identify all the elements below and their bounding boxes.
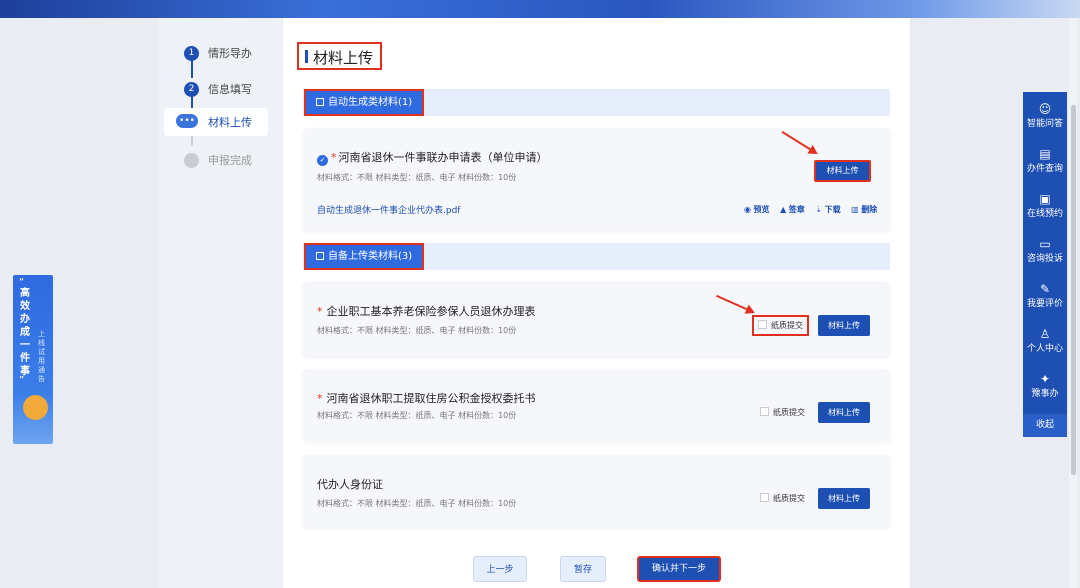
- folder-icon: [316, 98, 324, 106]
- step-label: 情形导办: [208, 47, 252, 60]
- step-4[interactable]: 申报完成: [170, 149, 282, 175]
- rightbar-booking[interactable]: ▣ 在线预约: [1023, 192, 1067, 220]
- app-logo-icon: ✦: [1039, 372, 1051, 386]
- robot-icon: ☺: [1038, 102, 1052, 116]
- step-3[interactable]: ••• 材料上传: [164, 108, 268, 136]
- rightbar-case-query[interactable]: ▤ 办件查询: [1023, 147, 1067, 175]
- title-accent-bar: [305, 50, 308, 63]
- scrollbar-thumb[interactable]: [1071, 105, 1076, 475]
- promo-banner[interactable]: “ 高效办成一件事 上线试用通告 ”: [13, 275, 53, 444]
- quote-close: ”: [19, 375, 25, 386]
- right-service-bar: ☺ 智能问答 ▤ 办件查询 ▣ 在线预约 ▭ 咨询投诉 ✎ 我要评价 ♙ 个人中心 ✦ 豫事办…: [1023, 92, 1067, 437]
- user-icon: ♙: [1039, 327, 1051, 341]
- upload-button[interactable]: 材料上传: [818, 488, 870, 509]
- preview-button[interactable]: ◉ 预览: [744, 205, 770, 214]
- upload-button[interactable]: 材料上传: [818, 315, 870, 336]
- step-1[interactable]: 1 情形导办: [170, 42, 282, 68]
- upload-button[interactable]: 材料上传: [814, 160, 871, 182]
- material-meta: 材料格式：不限 材料类型：纸质、电子 材料份数：10份: [317, 173, 517, 182]
- growth-arrow-icon: [23, 395, 48, 420]
- paper-submit-checkbox[interactable]: 纸质提交: [760, 402, 805, 423]
- file-actions: ◉ 预览 ▲ 签章 ⇣ 下载 ▥ 删除: [736, 204, 877, 215]
- calendar-icon: ▣: [1039, 192, 1051, 206]
- material-title: * 企业职工基本养老保险参保人员退休办理表: [317, 305, 536, 318]
- page-title: 材料上传: [297, 42, 382, 70]
- paper-submit-checkbox[interactable]: 纸质提交: [760, 488, 805, 509]
- doc-search-icon: ▤: [1039, 147, 1051, 161]
- edit-icon: ✎: [1039, 282, 1051, 296]
- chat-icon: ▭: [1039, 237, 1051, 251]
- file-link[interactable]: 自动生成退休一件事企业代办表.pdf: [317, 203, 460, 216]
- step-number: 2: [184, 82, 199, 97]
- section-tag-self: 自备上传类材料(3): [304, 243, 425, 270]
- delete-button[interactable]: ▥ 删除: [851, 205, 877, 214]
- paper-submit-checkbox[interactable]: 纸质提交: [752, 315, 809, 336]
- material-meta: 材料格式：不限 材料类型：纸质、电子 材料份数：10份: [317, 499, 517, 508]
- material-title: 代办人身份证: [317, 478, 383, 491]
- download-button[interactable]: ⇣ 下载: [815, 205, 840, 214]
- step-pending-icon: [184, 153, 199, 168]
- step-label: 信息填写: [208, 83, 252, 96]
- top-banner: [0, 0, 1080, 18]
- step-label: 材料上传: [208, 116, 252, 129]
- save-draft-button[interactable]: 暂存: [560, 556, 606, 582]
- current-step-icon: •••: [176, 114, 198, 128]
- sign-button[interactable]: ▲ 签章: [780, 205, 805, 214]
- prev-step-button[interactable]: 上一步: [473, 556, 527, 582]
- rightbar-rating[interactable]: ✎ 我要评价: [1023, 282, 1067, 310]
- step-2[interactable]: 2 信息填写: [170, 78, 282, 104]
- scan-icon: [316, 252, 324, 260]
- step-number: 1: [184, 46, 199, 61]
- material-meta: 材料格式：不限 材料类型：纸质、电子 材料份数：10份: [317, 326, 517, 335]
- rightbar-smart-qa[interactable]: ☺ 智能问答: [1023, 102, 1067, 130]
- material-meta: 材料格式：不限 材料类型：纸质、电子 材料份数：10份: [317, 411, 517, 420]
- material-title: * 河南省退休职工提取住房公积金授权委托书: [317, 392, 536, 405]
- material-title: ✓ * 河南省退休一件事联办申请表（单位申请）: [317, 149, 548, 166]
- check-icon: ✓: [317, 155, 328, 166]
- promo-title: 高效办成一件事: [20, 288, 30, 377]
- promo-subtitle: 上线试用通告: [38, 330, 45, 383]
- upload-button[interactable]: 材料上传: [818, 402, 870, 423]
- rightbar-user-center[interactable]: ♙ 个人中心: [1023, 327, 1067, 355]
- step-label: 申报完成: [208, 154, 252, 167]
- rightbar-complaint[interactable]: ▭ 咨询投诉: [1023, 237, 1067, 265]
- confirm-next-button[interactable]: 确认并下一步: [637, 556, 721, 582]
- collapse-button[interactable]: 收起: [1023, 414, 1067, 437]
- section-tag-auto: 自动生成类材料(1): [304, 89, 425, 116]
- rightbar-app[interactable]: ✦ 豫事办: [1023, 372, 1067, 400]
